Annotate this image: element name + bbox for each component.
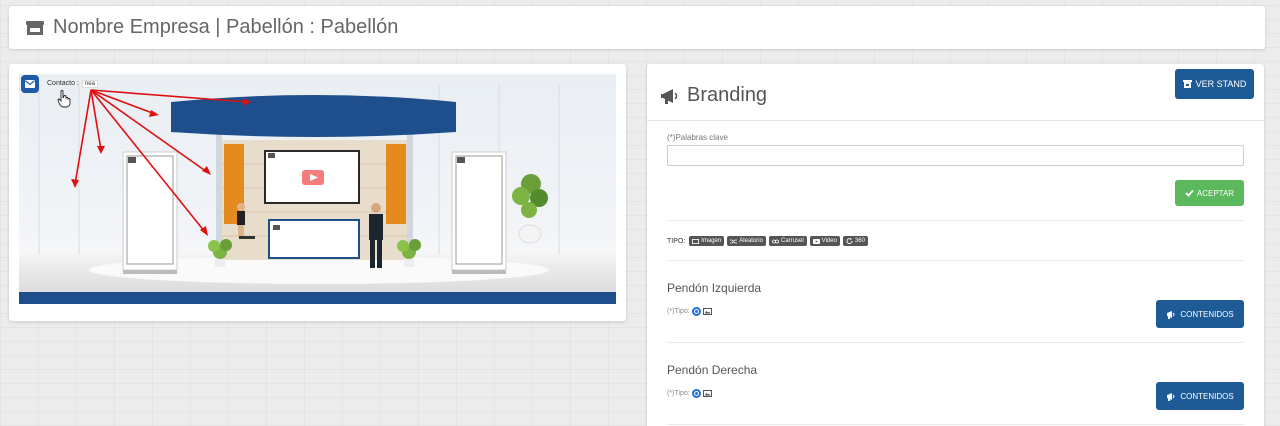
video-icon (812, 238, 820, 244)
stand-scene: Contacto : nea (19, 74, 616, 304)
tipo-selector: (*)Tipo: (667, 389, 712, 398)
bullhorn-icon (1167, 392, 1175, 401)
tipo-selector: (*)Tipo: (667, 307, 712, 316)
image-icon (692, 238, 700, 244)
contenidos-button-pendon-izquierda[interactable]: CONTENIDOS (1156, 300, 1244, 328)
tipo-radio-imagen[interactable] (691, 307, 701, 316)
branding-title: Branding (661, 84, 767, 107)
ver-stand-label: VER STAND (1195, 79, 1247, 89)
divider (667, 220, 1244, 221)
page-header: Nombre Empresa | Pabellón : Pabellón (9, 6, 1265, 49)
mail-button[interactable] (21, 75, 39, 93)
tipo-label: TIPO: (667, 237, 686, 245)
tag-video: Video (809, 236, 840, 246)
stand-video-screen (264, 150, 360, 204)
image-icon (702, 308, 712, 315)
ver-stand-button[interactable]: VER STAND (1175, 69, 1254, 99)
stand-preview-panel: Contacto : nea (9, 64, 626, 321)
store-icon (1182, 80, 1192, 88)
tipo-selector-label: (*)Tipo: (667, 308, 690, 315)
keywords-label: (*)Palabras clave (667, 133, 728, 142)
tipo-selector-label: (*)Tipo: (667, 390, 690, 397)
tipo-legend: TIPO: Imagen Aleatorio Carrusel Video 36… (667, 236, 871, 246)
tag-carrusel: Carrusel (768, 236, 807, 246)
branding-title-label: Branding (687, 84, 768, 106)
bullhorn-icon (1167, 310, 1175, 319)
divider (667, 342, 1244, 343)
section-title-pendon-izquierda: Pendón Izquierda (667, 281, 762, 295)
stand-base (19, 292, 616, 304)
keywords-input[interactable] (667, 145, 1244, 166)
branding-header: Branding VER STAND (647, 64, 1264, 121)
envelope-icon (25, 80, 35, 88)
bullhorn-icon (661, 88, 678, 104)
tag-imagen: Imagen (689, 236, 725, 246)
right-banner (451, 151, 507, 274)
store-icon (25, 20, 45, 36)
contact-value: nea (81, 79, 98, 88)
branding-panel: Branding VER STAND (*)Palabras clave ACE… (647, 64, 1264, 426)
aceptar-button[interactable]: ACEPTAR (1175, 180, 1244, 206)
hand-cursor-icon (57, 90, 71, 108)
left-banner (122, 151, 178, 274)
shuffle-icon (730, 239, 738, 243)
check-icon (1185, 189, 1194, 197)
image-icon (702, 390, 712, 397)
tag-aleatorio: Aleatorio (727, 236, 766, 246)
refresh-icon (846, 238, 853, 244)
divider (667, 424, 1244, 425)
infinity-icon (772, 239, 779, 243)
divider (667, 260, 1244, 261)
tag-360: 360 (842, 236, 868, 246)
aceptar-label: ACEPTAR (1196, 188, 1235, 198)
tipo-radio-imagen[interactable] (691, 389, 701, 398)
page-title: Nombre Empresa | Pabellón : Pabellón (53, 16, 399, 38)
contenidos-button-pendon-derecha[interactable]: CONTENIDOS (1156, 382, 1244, 410)
section-title-pendon-derecha: Pendón Derecha (667, 363, 758, 377)
stand-counter (268, 219, 360, 259)
contact-label: Contacto : (47, 80, 79, 87)
stand-header-banner (171, 95, 456, 137)
